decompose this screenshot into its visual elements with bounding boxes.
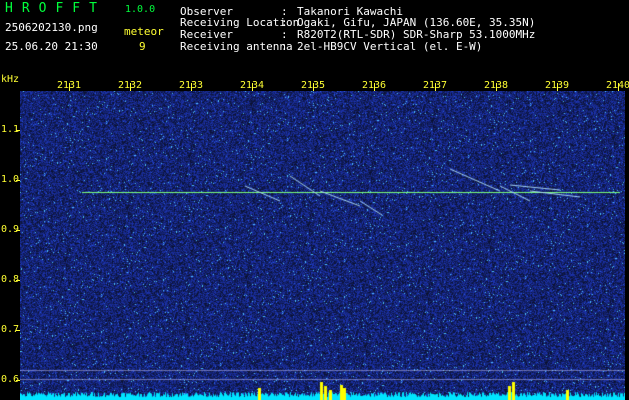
y-tick-mark — [16, 230, 20, 231]
hrofft-window: HROFFT 1.0.0 2506202130.png meteor 25.06… — [0, 0, 629, 400]
x-tick-label: 2132 — [117, 80, 143, 91]
app-version: 1.0.0 — [125, 4, 156, 15]
app-title: HROFFT — [5, 1, 106, 16]
datetime: 25.06.20 21:30 — [5, 40, 98, 53]
x-tick-label: 2140 — [605, 80, 629, 91]
header-panel: HROFFT 1.0.0 2506202130.png meteor 25.06… — [0, 0, 629, 72]
antenna-label: Receiving antenna — [180, 40, 293, 53]
x-tick-label: 2133 — [178, 80, 204, 91]
meteor-label: meteor — [124, 25, 164, 38]
y-tick-mark — [16, 130, 20, 131]
y-axis-unit: kHz — [1, 74, 20, 85]
y-tick-mark — [16, 280, 20, 281]
x-tick-label: 2135 — [300, 80, 326, 91]
file-name: 2506202130.png — [5, 21, 98, 34]
x-tick-label: 2139 — [544, 80, 570, 91]
x-tick-label: 2136 — [361, 80, 387, 91]
y-tick-mark — [16, 180, 20, 181]
antenna-value: 2el-HB9CV Vertical (el. E-W) — [297, 40, 483, 53]
y-tick-mark — [16, 380, 20, 381]
meteor-count: 9 — [139, 40, 146, 53]
y-tick-mark — [16, 330, 20, 331]
x-tick-label: 2138 — [483, 80, 509, 91]
spectrogram-canvas — [20, 91, 625, 400]
antenna-colon: : — [281, 40, 288, 53]
x-tick-label: 2131 — [56, 80, 82, 91]
x-tick-label: 2134 — [239, 80, 265, 91]
x-tick-label: 2137 — [422, 80, 448, 91]
